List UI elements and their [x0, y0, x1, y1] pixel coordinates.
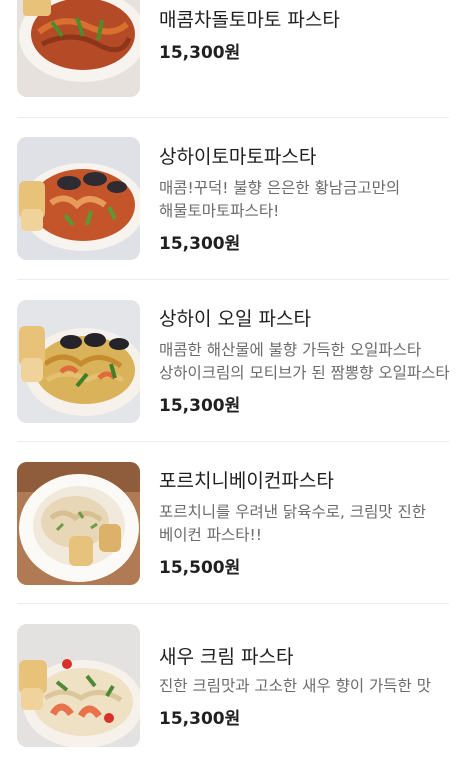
menu-item-price: 15,300원	[159, 396, 241, 416]
menu-item-price: 15,300원	[159, 43, 241, 63]
porcini-bacon-pasta-photo	[17, 462, 140, 585]
seafood-oil-pasta-photo	[17, 300, 140, 423]
menu-item[interactable]: 포르치니베이컨파스타 포르치니를 우려낸 닭육수로, 크림맛 진한 베이컨 파스…	[0, 442, 466, 604]
menu-item-description: 매콤한 해산물에 불향 가득한 오일파스타 상하이크림의 모티브가 된 짬뽕향 …	[159, 341, 450, 382]
menu-item-name: 새우 크림 파스타	[159, 646, 294, 668]
menu-item[interactable]: 매콤차돌토마토 파스타 15,300원	[0, 0, 466, 122]
menu-item[interactable]: 상하이토마토파스타 매콤!꾸덕! 불향 은은한 황남금고만의 해물토마토파스타!…	[0, 118, 466, 280]
menu-item-name: 매콤차돌토마토 파스타	[159, 9, 340, 31]
menu-item-description: 매콤!꾸덕! 불향 은은한 황남금고만의 해물토마토파스타!	[159, 179, 401, 220]
menu-item-price: 15,300원	[159, 709, 241, 729]
menu-item-description: 포르치니를 우려낸 닭육수로, 크림맛 진한 베이컨 파스타!!	[159, 503, 427, 544]
menu-item-name: 상하이토마토파스타	[159, 146, 317, 168]
shrimp-cream-pasta-photo	[17, 624, 140, 747]
tomato-pasta-photo	[17, 0, 140, 97]
menu-item[interactable]: 새우 크림 파스타 진한 크림맛과 고소한 새우 향이 가득한 맛 15,300…	[0, 604, 466, 766]
menu-item[interactable]: 상하이 오일 파스타 매콤한 해산물에 불향 가득한 오일파스타 상하이크림의 …	[0, 280, 466, 442]
menu-item-price: 15,500원	[159, 558, 241, 578]
seafood-tomato-pasta-photo	[17, 137, 140, 260]
menu-item-name: 포르치니베이컨파스타	[159, 470, 334, 492]
menu-item-name: 상하이 오일 파스타	[159, 308, 311, 330]
menu-item-price: 15,300원	[159, 234, 241, 254]
menu-item-description: 진한 크림맛과 고소한 새우 향이 가득한 맛	[159, 677, 431, 695]
